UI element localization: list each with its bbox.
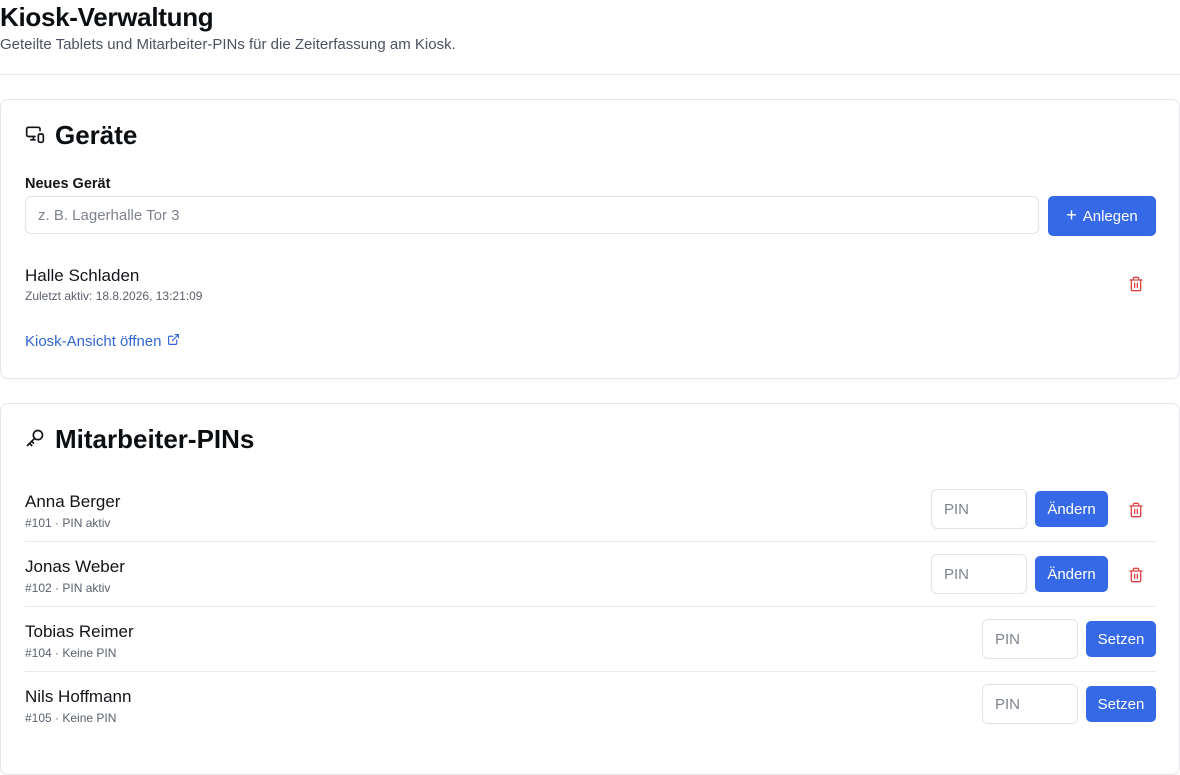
trash-icon[interactable] — [1128, 502, 1144, 518]
pins-heading: Mitarbeiter-PINs — [55, 424, 255, 454]
new-device-label: Neues Gerät — [25, 176, 111, 192]
employee-name: Nils Hoffmann — [25, 687, 132, 706]
device-last-active: Zuletzt aktiv: 18.8.2026, 13:21:09 — [25, 289, 203, 303]
employee-meta: #105 · Keine PIN — [25, 711, 117, 725]
external-link-icon — [167, 333, 180, 350]
new-device-input[interactable] — [25, 196, 1039, 234]
employee-name: Jonas Weber — [25, 557, 125, 576]
set-pin-button[interactable]: Setzen — [1086, 686, 1156, 722]
pin-input[interactable] — [982, 684, 1078, 724]
pin-input[interactable] — [982, 619, 1078, 659]
devices-heading: Geräte — [55, 120, 138, 150]
pin-input[interactable] — [931, 489, 1027, 529]
devices-icon — [25, 120, 45, 151]
change-pin-button[interactable]: Ändern — [1035, 556, 1108, 592]
employee-row: Jonas Weber #102 · PIN aktiv Ändern — [25, 541, 1156, 607]
trash-icon[interactable] — [1128, 567, 1144, 583]
pins-card-title: Mitarbeiter-PINs — [25, 424, 254, 455]
create-device-label: Anlegen — [1082, 207, 1138, 225]
employee-row: Tobias Reimer #104 · Keine PIN Setzen — [25, 606, 1156, 672]
trash-icon[interactable] — [1128, 276, 1144, 292]
employee-meta: #102 · PIN aktiv — [25, 581, 111, 595]
page-header: Kiosk-Verwaltung Geteilte Tablets und Mi… — [0, 0, 1180, 75]
employee-meta: #104 · Keine PIN — [25, 646, 117, 660]
create-device-button[interactable]: + Anlegen — [1048, 196, 1156, 236]
employee-meta: #101 · PIN aktiv — [25, 516, 111, 530]
employee-name: Tobias Reimer — [25, 622, 134, 641]
plus-icon: + — [1066, 205, 1077, 225]
devices-card: Geräte Neues Gerät + Anlegen Halle Schla… — [0, 99, 1180, 379]
kiosk-view-link[interactable]: Kiosk-Ansicht öffnen — [25, 333, 180, 350]
page-subtitle: Geteilte Tablets und Mitarbeiter-PINs fü… — [0, 36, 456, 53]
change-pin-button[interactable]: Ändern — [1035, 491, 1108, 527]
kiosk-view-link-label: Kiosk-Ansicht öffnen — [25, 333, 162, 350]
page-title: Kiosk-Verwaltung — [0, 2, 214, 32]
device-name: Halle Schladen — [25, 266, 140, 285]
pin-input[interactable] — [931, 554, 1027, 594]
employee-row: Anna Berger #101 · PIN aktiv Ändern — [25, 476, 1156, 542]
employee-name: Anna Berger — [25, 492, 121, 511]
employee-row: Nils Hoffmann #105 · Keine PIN Setzen — [25, 671, 1156, 736]
set-pin-button[interactable]: Setzen — [1086, 621, 1156, 657]
pins-card: Mitarbeiter-PINs Anna Berger #101 · PIN … — [0, 403, 1180, 775]
key-icon — [25, 424, 45, 455]
devices-card-title: Geräte — [25, 120, 137, 151]
